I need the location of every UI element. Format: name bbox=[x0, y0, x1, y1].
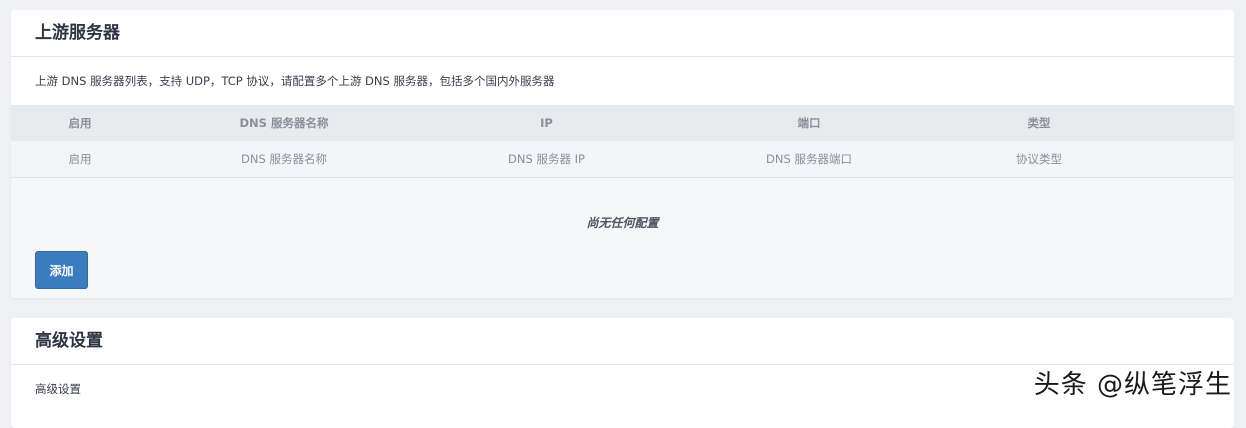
watermark-text: 头条 @纵笔浮生 bbox=[1033, 370, 1232, 400]
section-title: 高级设置 bbox=[11, 318, 1234, 365]
add-button[interactable]: 添加 bbox=[35, 251, 88, 289]
column-desc-ip: DNS 服务器 IP bbox=[508, 152, 585, 166]
column-desc-type: 协议类型 bbox=[1016, 152, 1062, 166]
column-header-name: DNS 服务器名称 bbox=[239, 116, 329, 130]
column-header-port: 端口 bbox=[797, 116, 821, 130]
upstream-servers-table: 启用 DNS 服务器名称 IP 端口 类型 启用 DNS 服务器名称 DNS 服… bbox=[11, 105, 1234, 178]
column-header-enabled: 启用 bbox=[68, 116, 92, 130]
column-desc-name: DNS 服务器名称 bbox=[241, 152, 327, 166]
column-desc-enabled: 启用 bbox=[68, 152, 92, 166]
column-header-type: 类型 bbox=[1027, 116, 1051, 130]
table-header-row: 启用 DNS 服务器名称 IP 端口 类型 bbox=[11, 105, 1234, 141]
section-description: 上游 DNS 服务器列表，支持 UDP，TCP 协议，请配置多个上游 DNS 服… bbox=[35, 74, 555, 88]
empty-state: 尚无任何配置 添加 bbox=[11, 178, 1234, 298]
section-title: 上游服务器 bbox=[11, 10, 1234, 57]
empty-state-text: 尚无任何配置 bbox=[586, 216, 659, 230]
column-header-ip: IP bbox=[540, 116, 553, 130]
table-description-row: 启用 DNS 服务器名称 DNS 服务器 IP DNS 服务器端口 协议类型 bbox=[11, 141, 1234, 178]
upstream-servers-panel: 上游服务器 上游 DNS 服务器列表，支持 UDP，TCP 协议，请配置多个上游… bbox=[11, 10, 1234, 298]
column-desc-port: DNS 服务器端口 bbox=[766, 152, 852, 166]
